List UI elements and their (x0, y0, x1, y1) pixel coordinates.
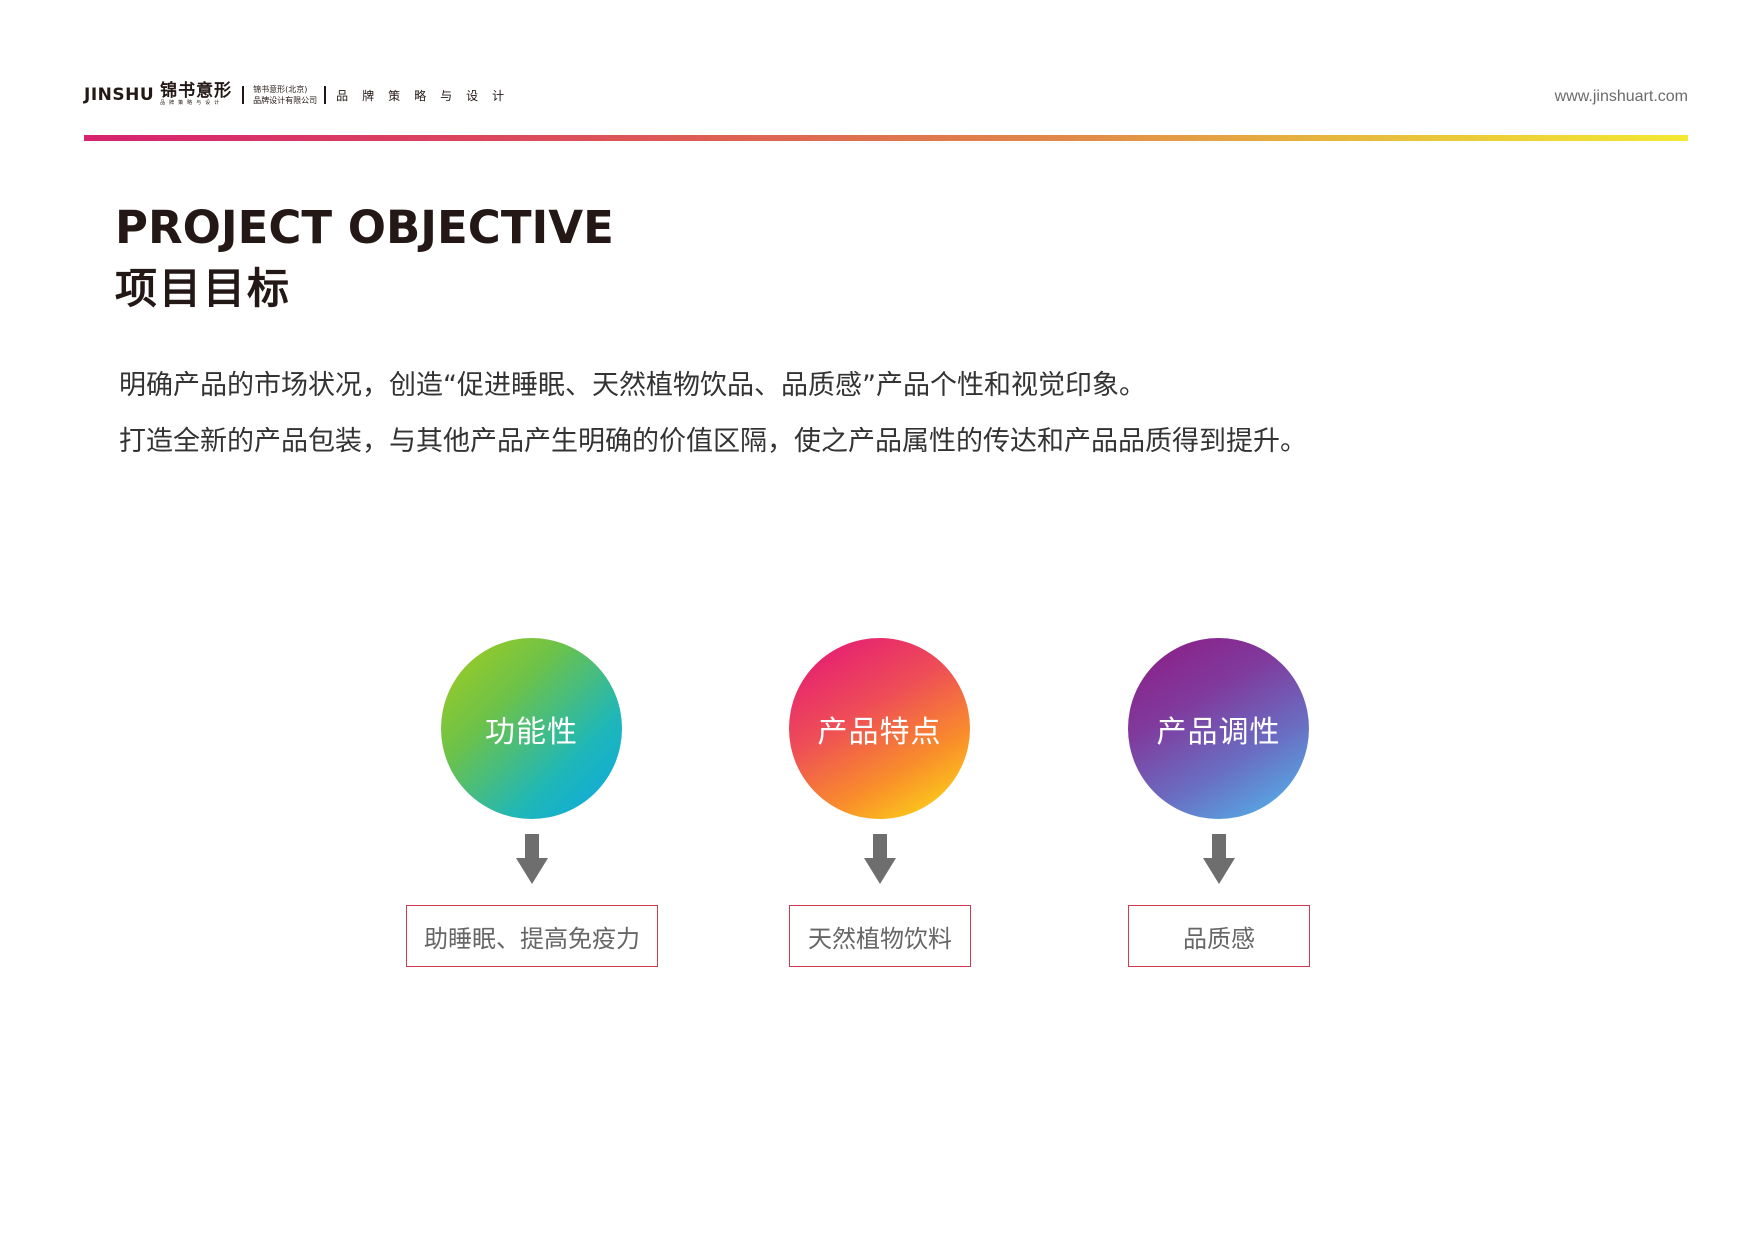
page-title-english: PROJECT OBJECTIVE (115, 201, 614, 254)
objective-result-box: 品质感 (1128, 905, 1310, 967)
logo-chinese-group: 锦书意形 品牌策略与设计 (160, 82, 232, 106)
objective-product-tone: 产品调性 品质感 (1121, 638, 1373, 973)
tagline-divider (324, 86, 327, 104)
company-name-line1: 锦书意形(北京) (253, 85, 308, 94)
objective-circle: 功能性 (441, 638, 622, 819)
logo-chinese-sub: 品牌策略与设计 (160, 100, 224, 106)
logo-chinese: 锦书意形 (160, 81, 233, 101)
website-url: www.jinshuart.com (1554, 88, 1688, 105)
objective-circle: 产品调性 (1128, 638, 1309, 819)
objective-result-label: 助睡眠、提高免疫力 (424, 924, 640, 953)
down-arrow-icon (1203, 834, 1235, 884)
down-arrow-icon (516, 834, 548, 884)
description-line-1: 明确产品的市场状况，创造“促进睡眠、天然植物饮品、品质感”产品个性和视觉印象。 (119, 370, 1146, 401)
objective-product-features: 产品特点 天然植物饮料 (782, 638, 1034, 973)
objective-circle-label: 产品调性 (1156, 714, 1281, 750)
brand-tagline: 品牌策略与设计 (336, 88, 519, 103)
logo-english: JINSHU (84, 85, 155, 105)
brand-logo: JINSHU 锦书意形 品牌策略与设计 锦书意形(北京) 品牌设计有限公司 品牌… (84, 80, 518, 110)
objective-result-box: 天然植物饮料 (789, 905, 971, 967)
company-name-line2: 品牌设计有限公司 (253, 96, 318, 105)
objective-result-box: 助睡眠、提高免疫力 (406, 905, 658, 967)
objective-functionality: 功能性 助睡眠、提高免疫力 (406, 638, 658, 973)
objective-circle: 产品特点 (789, 638, 970, 819)
objective-result-label: 品质感 (1183, 924, 1255, 953)
header-gradient-rule (84, 135, 1688, 141)
objective-result-label: 天然植物饮料 (808, 924, 952, 953)
company-name: 锦书意形(北京) 品牌设计有限公司 (253, 84, 317, 106)
objective-circle-label: 产品特点 (817, 714, 942, 750)
page-title-chinese: 项目目标 (115, 264, 292, 313)
logo-divider (242, 86, 245, 104)
description-line-2: 打造全新的产品包装，与其他产品产生明确的价值区隔，使之产品属性的传达和产品品质得… (119, 426, 1307, 457)
page-header: JINSHU 锦书意形 品牌策略与设计 锦书意形(北京) 品牌设计有限公司 品牌… (84, 80, 1688, 110)
objective-description: 明确产品的市场状况，创造“促进睡眠、天然植物饮品、品质感”产品个性和视觉印象。 … (119, 358, 1619, 470)
down-arrow-icon (864, 834, 896, 884)
objective-circle-label: 功能性 (485, 714, 578, 750)
